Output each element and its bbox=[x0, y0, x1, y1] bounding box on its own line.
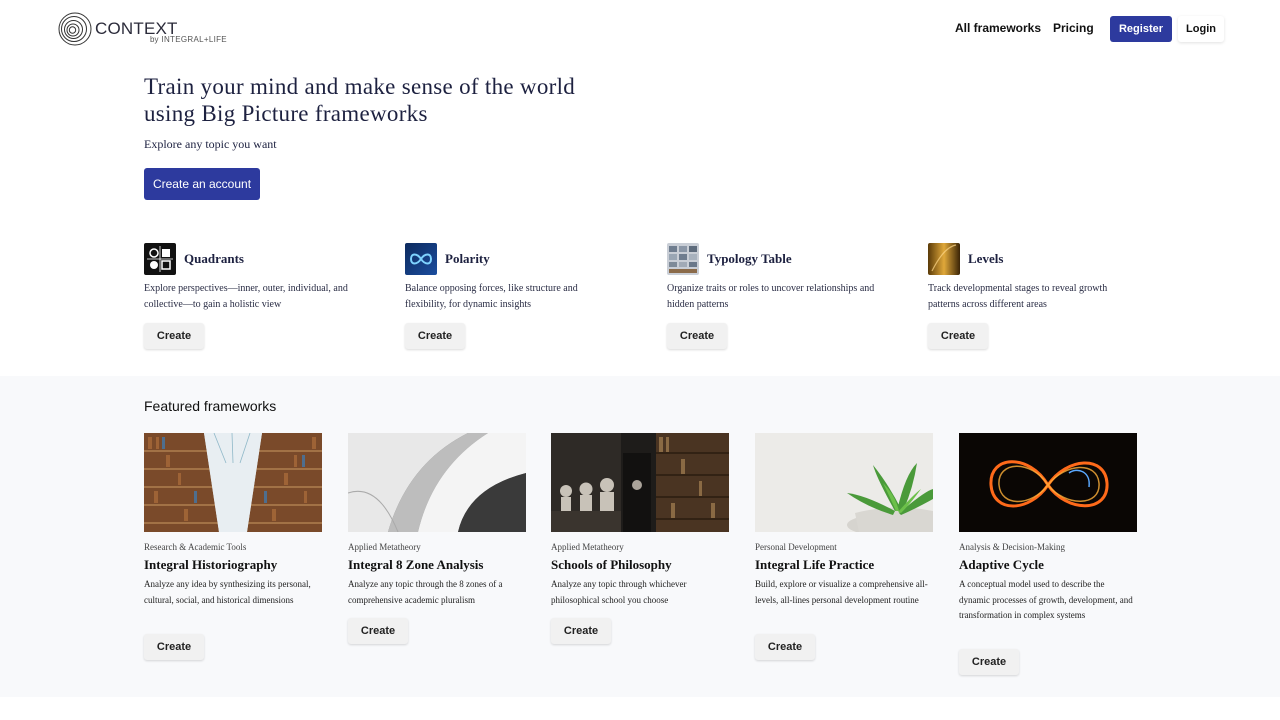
card-title: Integral Life Practice bbox=[755, 557, 875, 572]
tool-name: Polarity bbox=[445, 251, 490, 266]
header: CONTEXT by INTEGRAL+LIFE All frameworks P… bbox=[0, 0, 1280, 60]
busts-library-image bbox=[551, 433, 729, 532]
tool-name: Levels bbox=[968, 251, 1004, 266]
create-integral-historiography-button[interactable]: Create bbox=[144, 634, 204, 660]
create-schools-of-philosophy-button[interactable]: Create bbox=[551, 618, 611, 644]
nav-all-frameworks[interactable]: All frameworks bbox=[955, 21, 1041, 35]
top-nav: All frameworks Pricing Register Login bbox=[0, 16, 1280, 42]
card-title: Integral Historiography bbox=[144, 557, 278, 572]
create-account-button[interactable]: Create an account bbox=[144, 168, 260, 200]
levels-icon bbox=[928, 243, 960, 275]
register-button[interactable]: Register bbox=[1110, 16, 1172, 42]
card-title: Adaptive Cycle bbox=[959, 557, 1044, 572]
card-category: Research & Academic Tools bbox=[144, 542, 247, 552]
tool-description: Track developmental stages to reveal gro… bbox=[928, 283, 1108, 310]
create-integral-life-practice-button[interactable]: Create bbox=[755, 634, 815, 660]
card-description: A conceptual model used to describe the … bbox=[959, 579, 1133, 620]
create-quadrants-button[interactable]: Create bbox=[144, 323, 204, 349]
tool-description: Organize traits or roles to uncover rela… bbox=[667, 283, 875, 310]
create-typology-table-button[interactable]: Create bbox=[667, 323, 727, 349]
create-polarity-button[interactable]: Create bbox=[405, 323, 465, 349]
hero-title: Train your mind and make sense of the wo… bbox=[144, 73, 644, 127]
hero-title-line-2: using Big Picture frameworks bbox=[144, 101, 428, 126]
library-image bbox=[144, 433, 322, 532]
create-adaptive-cycle-button[interactable]: Create bbox=[959, 649, 1019, 675]
card-description: Analyze any topic through whichever phil… bbox=[551, 579, 687, 605]
succulent-plant-image bbox=[755, 433, 933, 532]
featured-title: Featured frameworks bbox=[144, 398, 277, 414]
nav-pricing[interactable]: Pricing bbox=[1053, 21, 1094, 35]
create-levels-button[interactable]: Create bbox=[928, 323, 988, 349]
create-integral-8-zone-button[interactable]: Create bbox=[348, 618, 408, 644]
card-description: Build, explore or visualize a comprehens… bbox=[755, 579, 928, 605]
card-title: Integral 8 Zone Analysis bbox=[348, 557, 484, 572]
card-category: Applied Metatheory bbox=[348, 542, 421, 552]
card-description: Analyze any idea by synthesizing its per… bbox=[144, 579, 311, 605]
tool-description: Balance opposing forces, like structure … bbox=[405, 283, 578, 310]
tool-description: Explore perspectives—inner, outer, indiv… bbox=[144, 283, 348, 310]
login-button[interactable]: Login bbox=[1178, 16, 1224, 42]
card-description: Analyze any topic through the 8 zones of… bbox=[348, 579, 503, 605]
card-category: Personal Development bbox=[755, 542, 837, 552]
table-icon bbox=[667, 243, 699, 275]
quadrants-icon bbox=[144, 243, 176, 275]
infinity-icon bbox=[405, 243, 437, 275]
spiral-architecture-image bbox=[348, 433, 526, 532]
card-category: Applied Metatheory bbox=[551, 542, 624, 552]
tool-name: Typology Table bbox=[707, 251, 792, 266]
light-infinity-image bbox=[959, 433, 1137, 532]
card-title: Schools of Philosophy bbox=[551, 557, 672, 572]
hero-title-line-1: Train your mind and make sense of the wo… bbox=[144, 74, 576, 99]
hero-subtitle: Explore any topic you want bbox=[144, 137, 277, 151]
tool-name: Quadrants bbox=[184, 251, 244, 266]
card-category: Analysis & Decision-Making bbox=[959, 542, 1065, 552]
